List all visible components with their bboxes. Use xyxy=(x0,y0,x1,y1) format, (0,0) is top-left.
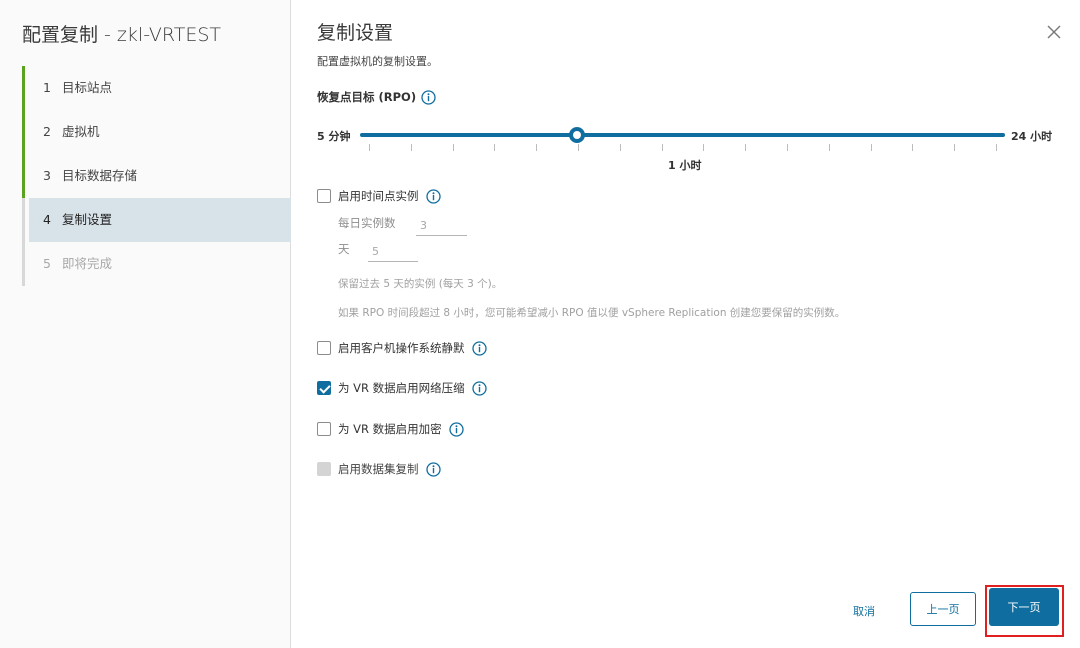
step-target-site[interactable]: 1 目标站点 xyxy=(22,66,291,110)
slider-tick xyxy=(369,144,370,151)
days-label: 天 xyxy=(338,242,350,256)
dataset-replication-option: 启用数据集复制 xyxy=(317,461,441,477)
quiescing-label: 启用客户机操作系统静默 xyxy=(338,341,465,355)
slider-tick xyxy=(620,144,621,151)
slider-tick xyxy=(453,144,454,151)
step-replication-settings[interactable]: 4 复制设置 xyxy=(22,198,291,242)
rpo-heading: 恢复点目标 (RPO) xyxy=(317,89,436,105)
network-compression-label: 为 VR 数据启用网络压缩 xyxy=(338,381,465,395)
wizard-title: 配置复制 - zkl-VRTEST xyxy=(22,24,222,46)
step-number: 3 xyxy=(43,168,51,183)
page-subtitle: 配置虚拟机的复制设置。 xyxy=(317,55,438,68)
info-icon[interactable] xyxy=(421,89,436,105)
encryption-label: 为 VR 数据启用加密 xyxy=(338,422,442,436)
wizard-sidebar: 配置复制 - zkl-VRTEST 1 目标站点 2 虚拟机 3 目标数据存储 4 复制… xyxy=(0,0,291,648)
page-title: 复制设置 xyxy=(317,22,394,44)
slider-tick xyxy=(954,144,955,151)
slider-tick xyxy=(411,144,412,151)
step-number: 1 xyxy=(43,80,51,95)
slider-tick xyxy=(996,144,997,151)
step-virtual-machines[interactable]: 2 虚拟机 xyxy=(22,110,291,154)
quiescing-option[interactable]: 启用客户机操作系统静默 xyxy=(317,340,487,356)
info-icon[interactable] xyxy=(471,340,487,356)
network-compression-checkbox[interactable] xyxy=(317,381,331,395)
step-number: 5 xyxy=(43,256,51,271)
step-number: 4 xyxy=(43,212,51,227)
pit-rpo-note: 如果 RPO 时间段超过 8 小时，您可能希望减小 RPO 值以便 vSpher… xyxy=(338,307,846,319)
step-number: 2 xyxy=(43,124,51,139)
step-label: 目标数据存储 xyxy=(62,168,138,183)
slider-tick xyxy=(662,144,663,151)
dataset-replication-checkbox xyxy=(317,462,331,476)
step-label: 虚拟机 xyxy=(62,124,100,139)
quiescing-checkbox[interactable] xyxy=(317,341,331,355)
step-ready-to-complete: 5 即将完成 xyxy=(22,242,291,286)
step-label: 复制设置 xyxy=(62,212,113,227)
days-input[interactable] xyxy=(368,242,418,262)
slider-tick xyxy=(871,144,872,151)
wizard-steps: 1 目标站点 2 虚拟机 3 目标数据存储 4 复制设置 5 即将完成 xyxy=(22,66,291,286)
rpo-label: 恢复点目标 (RPO) xyxy=(317,90,417,104)
instances-per-day-label: 每日实例数 xyxy=(338,216,396,230)
slider-tick xyxy=(703,144,704,151)
pit-checkbox[interactable] xyxy=(317,189,331,203)
rpo-max-label: 24 小时 xyxy=(1011,130,1053,143)
info-icon[interactable] xyxy=(449,421,464,437)
slider-tick xyxy=(536,144,537,151)
info-icon[interactable] xyxy=(425,188,441,204)
rpo-slider-track[interactable] xyxy=(360,133,1005,137)
pit-option[interactable]: 启用时间点实例 xyxy=(317,188,441,204)
next-button[interactable]: 下一页 xyxy=(989,588,1059,626)
pit-summary-note: 保留过去 5 天的实例 (每天 3 个)。 xyxy=(338,278,503,290)
rpo-value-label: 1 小时 xyxy=(668,159,702,172)
instances-per-day-input[interactable] xyxy=(416,216,467,236)
rpo-min-label: 5 分钟 xyxy=(317,130,351,143)
rpo-slider-ticks xyxy=(369,144,997,152)
slider-tick xyxy=(829,144,830,151)
info-icon[interactable] xyxy=(472,380,487,396)
encryption-checkbox[interactable] xyxy=(317,422,331,436)
network-compression-option[interactable]: 为 VR 数据启用网络压缩 xyxy=(317,380,487,396)
settings-pane: 复制设置 配置虚拟机的复制设置。 恢复点目标 (RPO) 5 分钟 24 小时 … xyxy=(292,0,1080,648)
cancel-button[interactable]: 取消 xyxy=(853,603,875,619)
info-icon[interactable] xyxy=(425,461,441,477)
step-label: 目标站点 xyxy=(62,80,113,95)
rpo-slider-handle[interactable] xyxy=(569,127,585,143)
encryption-option[interactable]: 为 VR 数据启用加密 xyxy=(317,421,464,437)
slider-tick xyxy=(578,144,579,151)
back-button[interactable]: 上一页 xyxy=(910,592,976,626)
step-target-datastore[interactable]: 3 目标数据存储 xyxy=(22,154,291,198)
pit-label: 启用时间点实例 xyxy=(338,189,419,203)
step-label: 即将完成 xyxy=(62,256,113,271)
slider-tick xyxy=(912,144,913,151)
slider-tick xyxy=(745,144,746,151)
slider-tick xyxy=(787,144,788,151)
close-icon[interactable] xyxy=(1044,22,1064,42)
slider-tick xyxy=(494,144,495,151)
dataset-replication-label: 启用数据集复制 xyxy=(338,462,419,476)
